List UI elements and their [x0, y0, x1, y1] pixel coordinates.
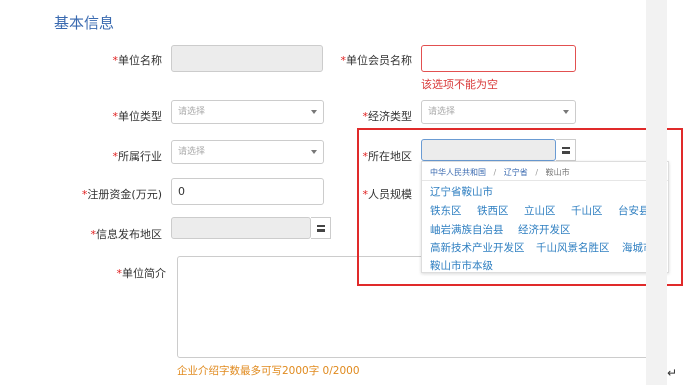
chevron-down-icon	[311, 110, 317, 114]
publish-region-picker-button[interactable]	[311, 217, 331, 239]
economy-type-placeholder: 请选择	[428, 107, 456, 117]
capital-label: *注册资金(万元)	[81, 188, 162, 201]
industry-select[interactable]: 请选择	[171, 140, 324, 164]
intro-hint: 企业介绍字数最多可写2000字 0/2000	[177, 365, 360, 377]
capital-input[interactable]: 0	[171, 178, 324, 205]
chevron-down-icon	[563, 110, 569, 114]
unit-type-select[interactable]: 请选择	[171, 100, 324, 124]
unit-name-input[interactable]	[171, 45, 323, 72]
member-name-error: 该选项不能为空	[421, 78, 498, 91]
unit-type-label: *单位类型	[112, 110, 163, 123]
publish-region-input[interactable]	[171, 217, 311, 239]
publish-region-label: *信息发布地区	[90, 228, 163, 241]
economy-type-label: *经济类型	[362, 110, 413, 123]
member-name-input[interactable]	[421, 45, 576, 72]
highlight-box	[357, 128, 683, 286]
chevron-down-icon	[311, 150, 317, 154]
economy-type-select[interactable]: 请选择	[421, 100, 576, 124]
scrollbar[interactable]	[646, 0, 667, 385]
pilcrow-mark: ↵	[667, 366, 678, 380]
section-title: 基本信息	[54, 14, 115, 32]
unit-name-label: *单位名称	[112, 54, 163, 67]
list-icon	[317, 225, 325, 232]
intro-label: *单位简介	[116, 267, 167, 280]
unit-type-placeholder: 请选择	[178, 107, 206, 117]
industry-placeholder: 请选择	[178, 147, 206, 157]
industry-label: *所属行业	[112, 150, 163, 163]
member-name-label: *单位会员名称	[340, 54, 413, 67]
